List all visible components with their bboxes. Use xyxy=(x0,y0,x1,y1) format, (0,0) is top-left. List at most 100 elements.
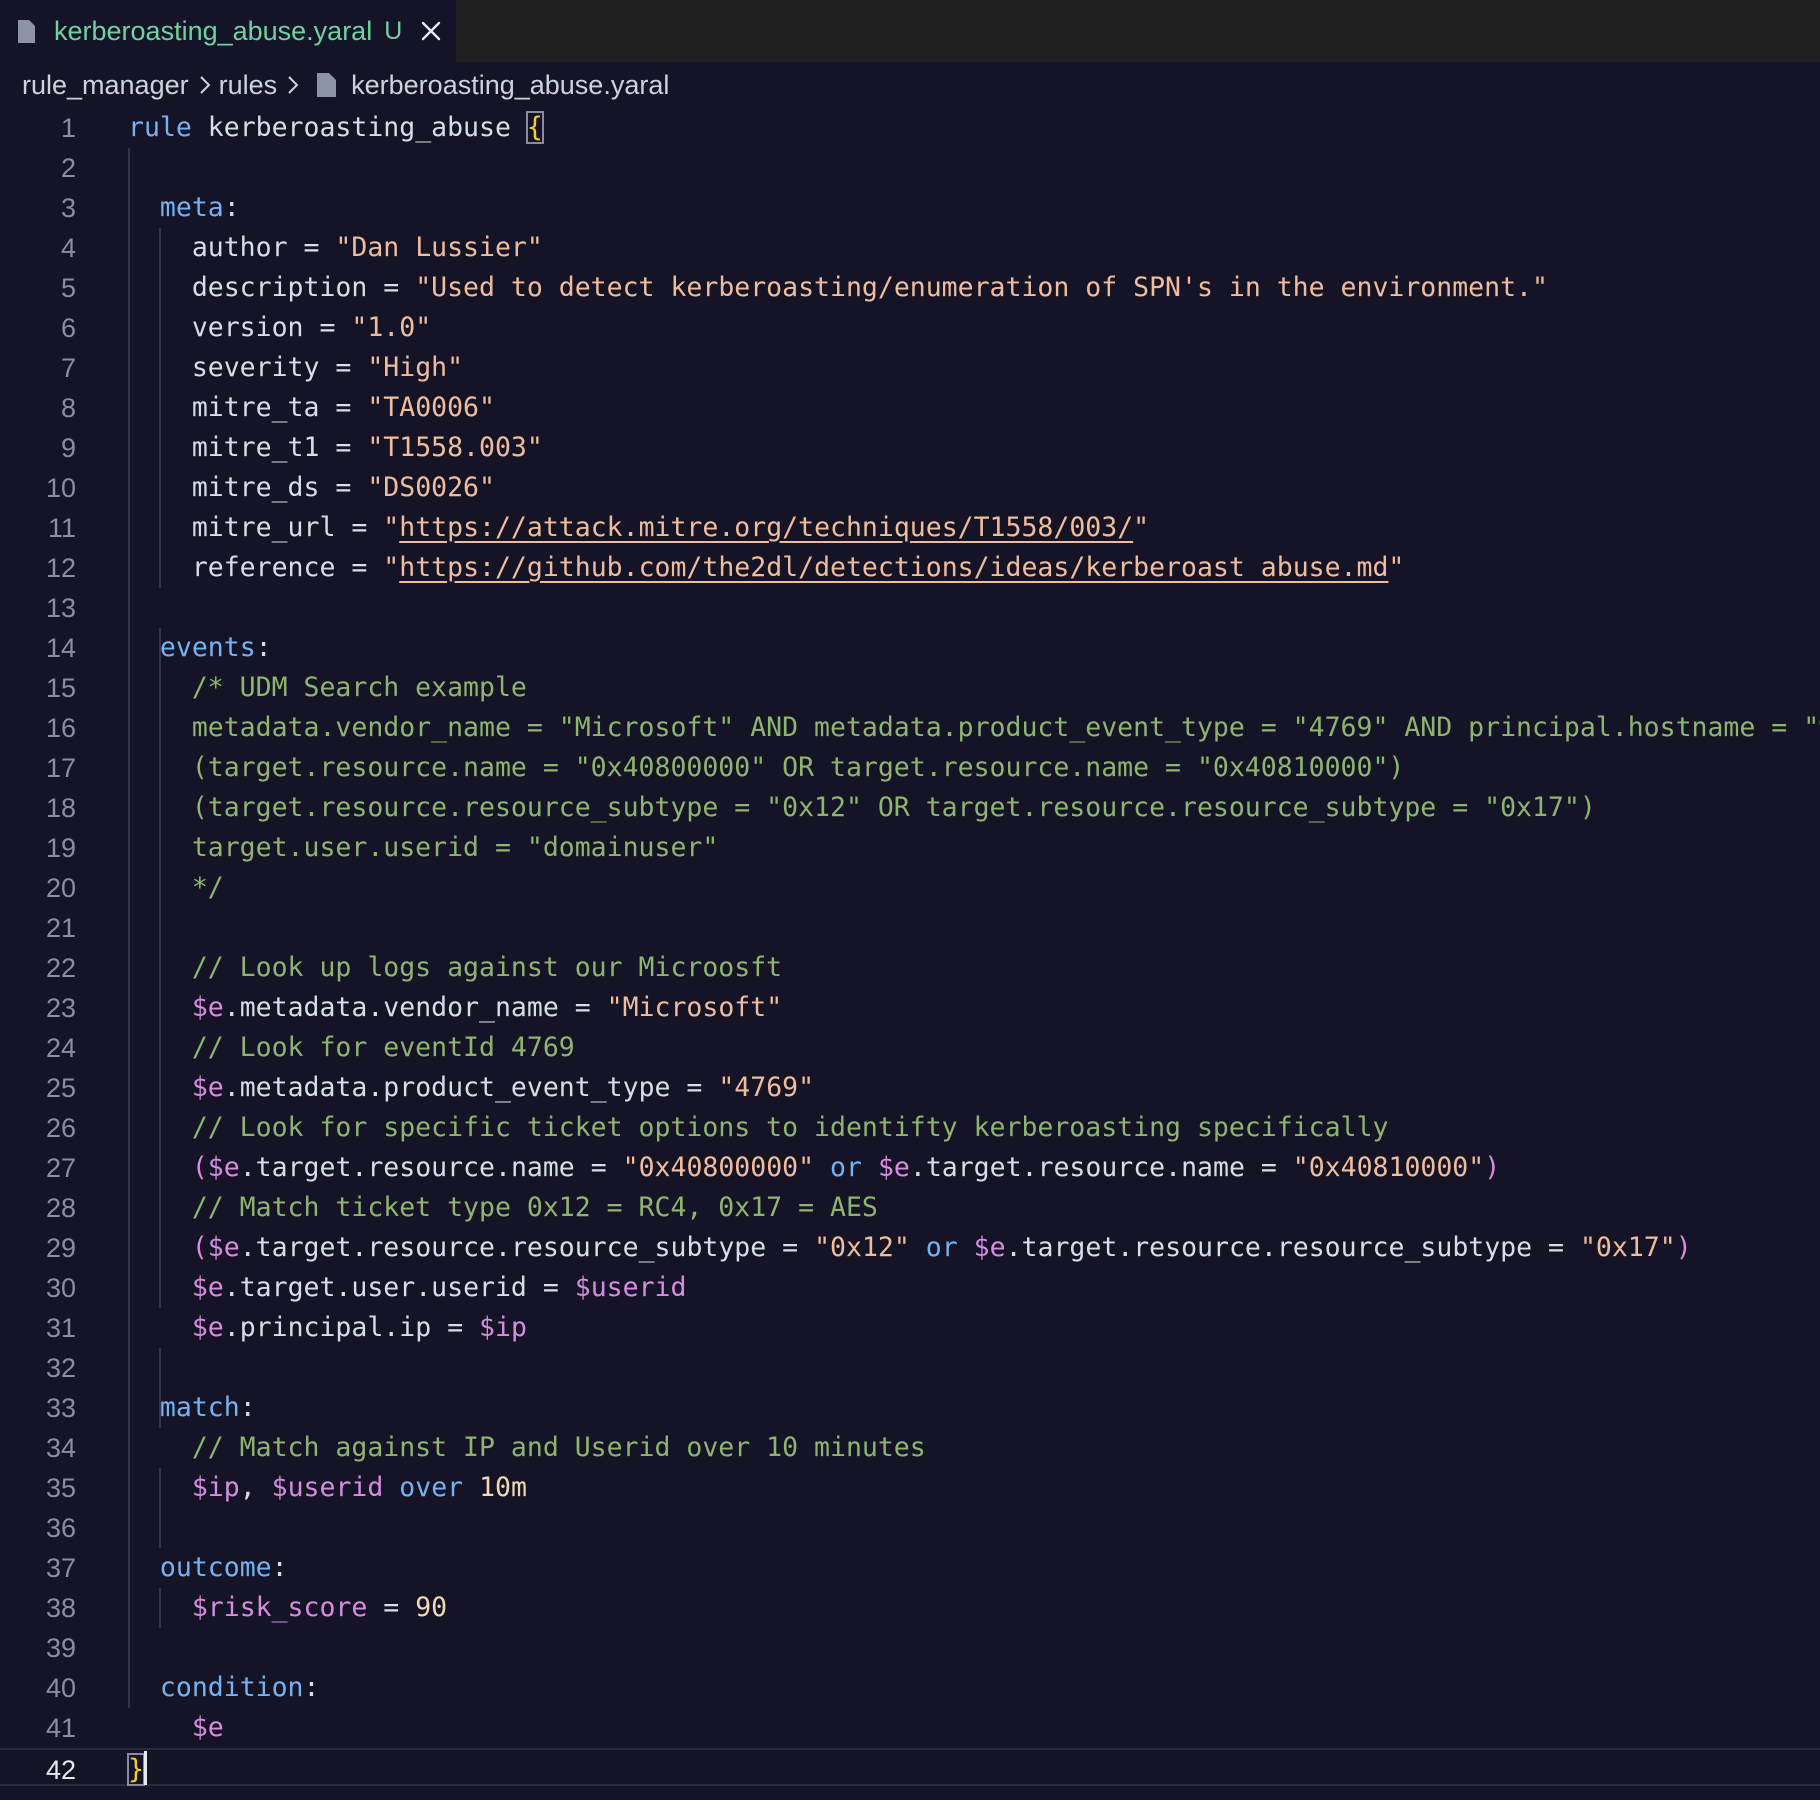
code-content[interactable]: */ xyxy=(128,868,224,908)
code-line[interactable]: 20 */ xyxy=(0,868,1820,908)
code-content[interactable]: $ip, $userid over 10m xyxy=(128,1468,527,1508)
code-content[interactable]: severity = "High" xyxy=(128,348,463,388)
code-line[interactable]: 41 $e xyxy=(0,1708,1820,1748)
code-line[interactable]: 19 target.user.userid = "domainuser" xyxy=(0,828,1820,868)
code-line[interactable]: 7 severity = "High" xyxy=(0,348,1820,388)
code-line[interactable]: 32 xyxy=(0,1348,1820,1388)
code-content[interactable]: /* UDM Search example xyxy=(128,668,527,708)
code-content[interactable]: } xyxy=(127,1750,145,1790)
code-line[interactable]: 9 mitre_t1 = "T1558.003" xyxy=(0,428,1820,468)
code-line[interactable]: 14 events: xyxy=(0,628,1820,668)
code-line[interactable]: 6 version = "1.0" xyxy=(0,308,1820,348)
code-content[interactable]: outcome: xyxy=(128,1548,288,1588)
code-line[interactable]: 21 xyxy=(0,908,1820,948)
code-text-token: : xyxy=(223,192,240,223)
code-content[interactable]: $e.target.user.userid = $userid xyxy=(128,1268,687,1308)
code-content[interactable]: // Match against IP and Userid over 10 m… xyxy=(128,1428,926,1468)
code-content[interactable]: description = "Used to detect kerberoast… xyxy=(128,268,1548,308)
code-content[interactable]: author = "Dan Lussier" xyxy=(128,228,543,268)
code-line[interactable]: 5 description = "Used to detect kerberoa… xyxy=(0,268,1820,308)
code-content[interactable]: $e xyxy=(128,1708,224,1748)
code-content[interactable]: ($e.target.resource.name = "0x40800000" … xyxy=(128,1148,1500,1188)
code-content[interactable]: // Look up logs against our Microosft xyxy=(128,948,782,988)
code-line[interactable]: 12 reference = "https://github.com/the2d… xyxy=(0,548,1820,588)
code-content[interactable]: // Match ticket type 0x12 = RC4, 0x17 = … xyxy=(128,1188,878,1228)
code-content[interactable]: $e.metadata.product_event_type = "4769" xyxy=(128,1068,814,1108)
close-icon[interactable] xyxy=(420,20,442,42)
link-token[interactable]: https://github.com/the2dl/detections/ide… xyxy=(399,552,1388,583)
code-line[interactable]: 11 mitre_url = "https://attack.mitre.org… xyxy=(0,508,1820,548)
line-number: 19 xyxy=(45,833,76,863)
breadcrumb-item-rules[interactable]: rules xyxy=(219,70,278,101)
code-content[interactable]: events: xyxy=(128,628,272,668)
code-content[interactable]: (target.resource.name = "0x40800000" OR … xyxy=(128,748,1405,788)
comment-token: (target.resource.resource_subtype = "0x1… xyxy=(128,792,1596,823)
code-line[interactable]: 22 // Look up logs against our Microosft xyxy=(0,948,1820,988)
string-token: "Used to detect kerberoasting/enumeratio… xyxy=(415,272,1548,303)
code-line[interactable]: 15 /* UDM Search example xyxy=(0,668,1820,708)
keyword-token: outcome xyxy=(159,1552,272,1583)
code-line[interactable]: 39 xyxy=(0,1628,1820,1668)
code-line[interactable]: 10 mitre_ds = "DS0026" xyxy=(0,468,1820,508)
code-content[interactable]: target.user.userid = "domainuser" xyxy=(128,828,719,868)
code-content[interactable]: version = "1.0" xyxy=(128,308,431,348)
code-line[interactable]: 35 $ip, $userid over 10m xyxy=(0,1468,1820,1508)
code-line[interactable]: 30 $e.target.user.userid = $userid xyxy=(0,1268,1820,1308)
code-content[interactable]: $e.principal.ip = $ip xyxy=(128,1308,527,1348)
code-line[interactable]: 13 xyxy=(0,588,1820,628)
code-line[interactable]: 18 (target.resource.resource_subtype = "… xyxy=(0,788,1820,828)
code-content[interactable]: (target.resource.resource_subtype = "0x1… xyxy=(128,788,1596,828)
code-content[interactable]: meta: xyxy=(128,188,240,228)
code-line[interactable]: 3 meta: xyxy=(0,188,1820,228)
code-content[interactable]: condition: xyxy=(128,1668,320,1708)
link-token[interactable]: https://attack.mitre.org/techniques/T155… xyxy=(399,512,1133,543)
code-line[interactable]: 2 xyxy=(0,148,1820,188)
code-editor[interactable]: 1 rule kerberoasting_abuse {2 3 meta: 4 aut… xyxy=(0,108,1820,1800)
code-content[interactable]: // Look for eventId 4769 xyxy=(128,1028,575,1068)
breadcrumb-item-file[interactable]: kerberoasting_abuse.yaral xyxy=(351,70,669,101)
code-line[interactable]: 28 // Match ticket type 0x12 = RC4, 0x17… xyxy=(0,1188,1820,1228)
chevron-right-icon xyxy=(288,76,299,94)
code-content[interactable]: ($e.target.resource.resource_subtype = "… xyxy=(128,1228,1692,1268)
line-number: 32 xyxy=(45,1353,76,1383)
line-number: 39 xyxy=(45,1633,76,1663)
breadcrumb-item-rule-manager[interactable]: rule_manager xyxy=(22,70,189,101)
code-content[interactable]: // Look for specific ticket options to i… xyxy=(128,1108,1389,1148)
code-line[interactable]: 23 $e.metadata.vendor_name = "Microsoft" xyxy=(0,988,1820,1028)
code-line[interactable]: 25 $e.metadata.product_event_type = "476… xyxy=(0,1068,1820,1108)
code-content[interactable]: mitre_ta = "TA0006" xyxy=(128,388,495,428)
code-line[interactable]: 42} xyxy=(0,1748,1820,1786)
code-content[interactable]: mitre_ds = "DS0026" xyxy=(128,468,495,508)
code-content[interactable]: match: xyxy=(128,1388,256,1428)
code-line[interactable]: 38 $risk_score = 90 xyxy=(0,1588,1820,1628)
code-line[interactable]: 17 (target.resource.name = "0x40800000" … xyxy=(0,748,1820,788)
code-content[interactable]: mitre_t1 = "T1558.003" xyxy=(128,428,543,468)
editor-tab[interactable]: kerberoasting_abuse.yaral U xyxy=(0,0,456,62)
code-content[interactable]: reference = "https://github.com/the2dl/d… xyxy=(128,548,1405,588)
code-line[interactable]: 1 rule kerberoasting_abuse { xyxy=(0,108,1820,148)
code-line[interactable]: 16 metadata.vendor_name = "Microsoft" AN… xyxy=(0,708,1820,748)
code-content[interactable]: rule kerberoasting_abuse { xyxy=(128,108,544,148)
code-content[interactable]: metadata.vendor_name = "Microsoft" AND m… xyxy=(128,708,1820,748)
code-content[interactable]: $risk_score = 90 xyxy=(128,1588,447,1628)
code-line[interactable]: 31 $e.principal.ip = $ip xyxy=(0,1308,1820,1348)
code-line[interactable]: 36 xyxy=(0,1508,1820,1548)
code-line[interactable]: 29 ($e.target.resource.resource_subtype … xyxy=(0,1228,1820,1268)
code-text-token: : xyxy=(255,632,272,663)
code-line[interactable]: 27 ($e.target.resource.name = "0x4080000… xyxy=(0,1148,1820,1188)
code-line[interactable]: 24 // Look for eventId 4769 xyxy=(0,1028,1820,1068)
code-line[interactable]: 26 // Look for specific ticket options t… xyxy=(0,1108,1820,1148)
code-line[interactable]: 40 condition: xyxy=(0,1668,1820,1708)
code-content[interactable]: $e.metadata.vendor_name = "Microsoft" xyxy=(128,988,782,1028)
code-line[interactable]: 8 mitre_ta = "TA0006" xyxy=(0,388,1820,428)
code-line[interactable]: 34 // Match against IP and Userid over 1… xyxy=(0,1428,1820,1468)
line-number: 17 xyxy=(45,753,76,783)
code-content[interactable]: mitre_url = "https://attack.mitre.org/te… xyxy=(128,508,1149,548)
code-line[interactable]: 37 outcome: xyxy=(0,1548,1820,1588)
comment-token: target.user.userid = "domainuser" xyxy=(128,832,719,863)
code-line[interactable]: 33 match: xyxy=(0,1388,1820,1428)
code-line[interactable]: 4 author = "Dan Lussier" xyxy=(0,228,1820,268)
